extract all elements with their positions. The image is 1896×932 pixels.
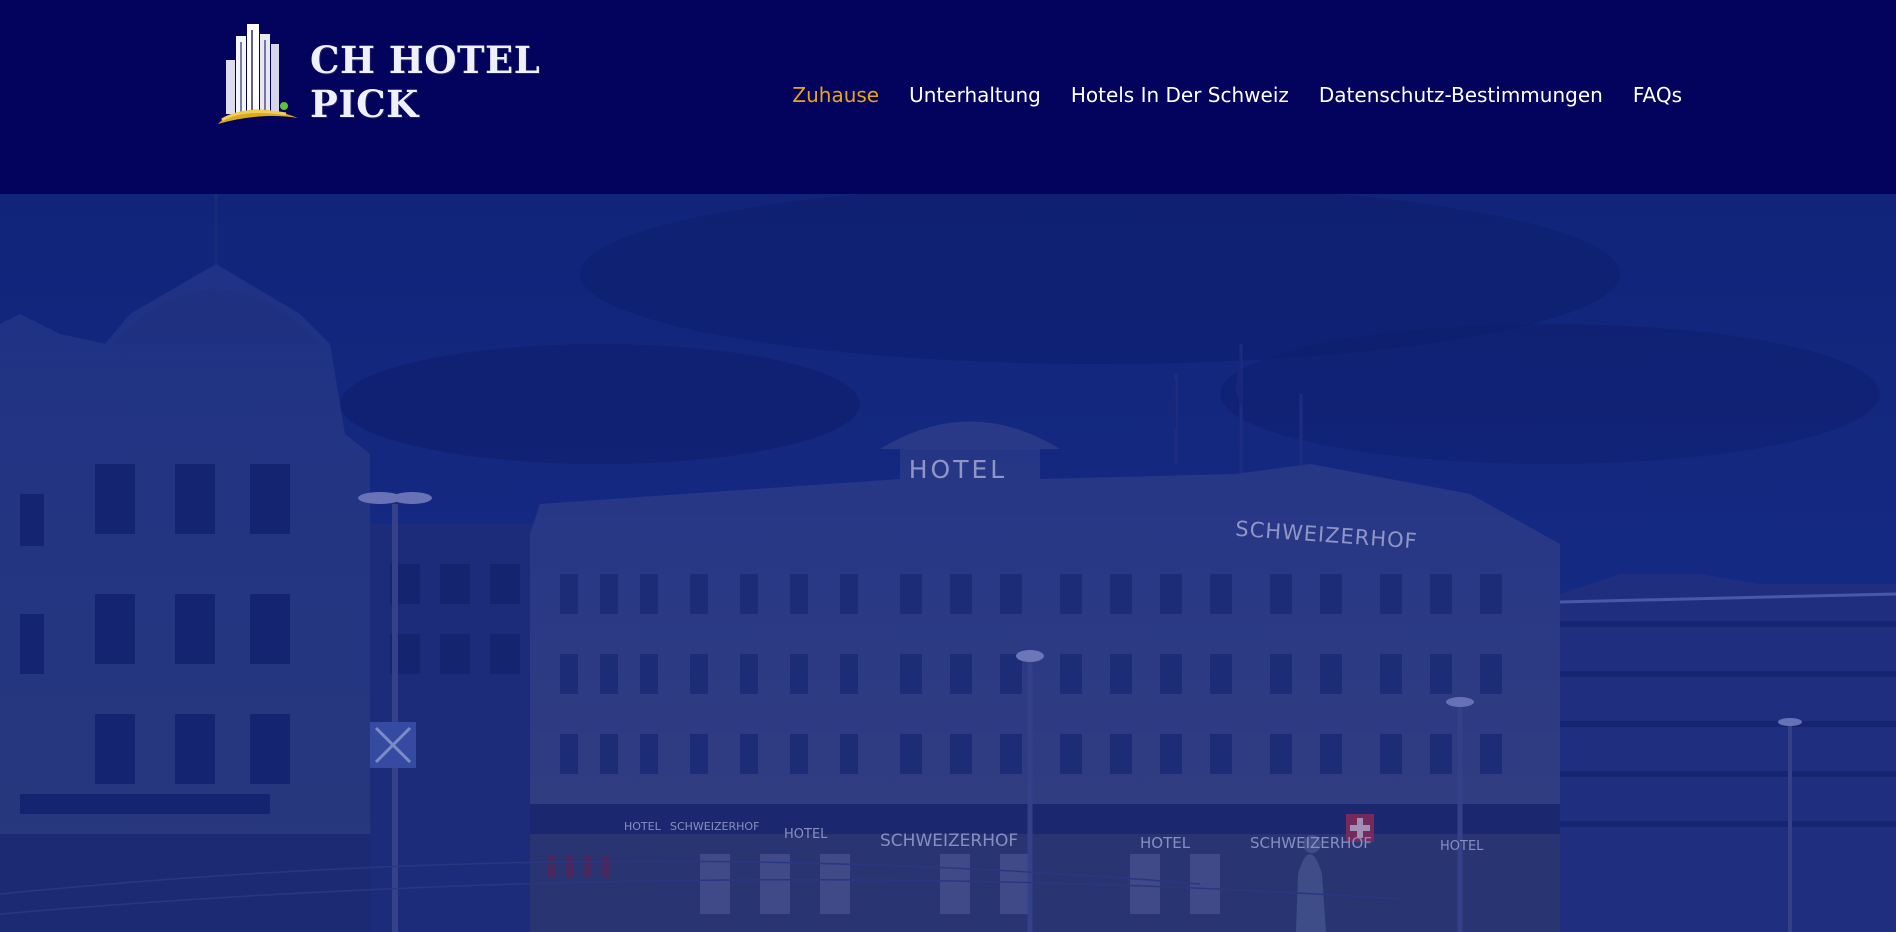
nav-item-hotels-in-der-schweiz[interactable]: Hotels In Der Schweiz [1071,78,1289,112]
site-header: CH HOTEL PICK Zuhause Unterhaltung Hotel… [0,0,1896,194]
hero-image: HOTEL SCHWEIZERHOF HOTEL SCHWEIZERHOF HO… [0,194,1896,932]
nav-item-unterhaltung[interactable]: Unterhaltung [909,78,1041,112]
site-logo[interactable]: CH HOTEL PICK [216,20,580,130]
brand-name: CH HOTEL PICK [310,38,541,126]
nav-item-zuhause[interactable]: Zuhause [792,78,879,112]
hero-photo-schweizerhof: HOTEL SCHWEIZERHOF HOTEL SCHWEIZERHOF HO… [0,194,1896,932]
nav-item-faqs[interactable]: FAQs [1633,78,1682,112]
nav-item-datenschutz[interactable]: Datenschutz-Bestimmungen [1319,78,1603,112]
main-nav: Zuhause Unterhaltung Hotels In Der Schwe… [772,78,1682,112]
hotel-tower-icon [216,20,300,130]
